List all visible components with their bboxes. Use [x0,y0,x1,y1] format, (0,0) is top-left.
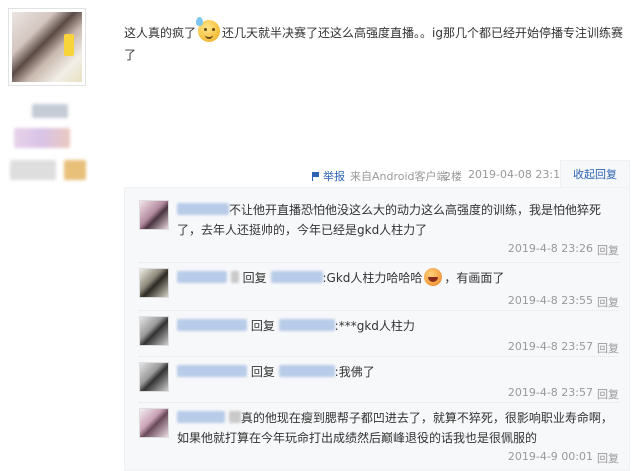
reply-text-after: ，有画面了 [444,271,505,285]
reply-time: 2019-4-9 00:01 [507,450,593,463]
reply-time: 2019-4-8 23:55 [507,294,593,307]
reply-text: 不让他开直播恐怕他没这么大的动力这么高强度的训练，我是怕他猝死了，去年人还挺帅的… [177,203,602,237]
username-redacted[interactable] [177,365,247,377]
floor-number: 2楼 [444,170,462,183]
user-badge-redacted [230,271,239,283]
post-time: 2019-04-08 23:18 [468,168,568,181]
user-badge-redacted [228,411,241,423]
author-level-icon [64,160,86,180]
avatar[interactable] [139,316,169,346]
reply-text: 真的他现在瘦到腮帮子都凹进去了，就算不猝死，很影响职业寿命啊，如果他就打算在今年… [177,411,613,445]
avatar[interactable] [139,408,169,438]
reply-prefix: 回复 [242,271,267,285]
author-badge-redacted[interactable] [14,128,70,148]
list-item: 不让他开直播恐怕他没这么大的动力这么高强度的训练，我是怕他猝死了，去年人还挺帅的… [139,194,619,263]
reply-list: 不让他开直播恐怕他没这么大的动力这么高强度的训练，我是怕他猝死了，去年人还挺帅的… [124,187,630,471]
replied-user-redacted[interactable] [278,365,335,377]
post-meta-bar: 举报 来自Android客户端 2楼 2019-04-08 23:18 收起回复 [124,160,630,188]
reply-text: :我佛了 [334,365,375,379]
collapse-replies-button[interactable]: 收起回复 [560,160,630,188]
post-text-part1: 这人真的疯了 [124,26,197,40]
reply-prefix: 回复 [250,319,275,333]
reply-time: 2019-4-8 23:57 [507,386,593,399]
author-panel [0,0,110,471]
author-name-redacted[interactable] [32,104,68,118]
username-redacted[interactable] [177,319,247,331]
avatar[interactable] [139,362,169,392]
reply-button[interactable]: 回复 [597,386,619,402]
replied-user-redacted[interactable] [270,271,323,283]
reply-button[interactable]: 回复 [597,450,619,466]
author-avatar[interactable] [8,8,86,86]
author-photo [12,12,82,82]
report-link[interactable]: 举报 [312,168,345,184]
reply-button[interactable]: 回复 [597,340,619,356]
list-item: 回复 :Gkd人柱力哈哈哈 ，有画面了 2019-4-8 23:55 回复 [139,262,619,311]
reply-time: 2019-4-8 23:26 [507,242,593,255]
sweat-face-icon [196,17,221,42]
list-item: 回复 :***gkd人柱力 2019-4-8 23:57 回复 [139,310,619,357]
reply-button[interactable]: 回复 [597,242,619,258]
replied-user-redacted[interactable] [278,319,335,331]
author-level-redacted [10,160,56,180]
reply-prefix: 回复 [250,365,275,379]
grin-emoji-icon [424,268,443,286]
avatar[interactable] [139,200,169,230]
username-redacted[interactable] [177,411,225,423]
list-item: 真的他现在瘦到腮帮子都凹进去了，就算不猝死，很影响职业寿命啊，如果他就打算在今年… [139,402,619,470]
username-redacted[interactable] [177,271,227,283]
avatar[interactable] [139,268,169,298]
post-source: 来自Android客户端 [350,170,448,183]
post-content: 这人真的疯了 还几天就半决赛了还这么高强度直播。。ig那几个都已经开始停播专注训练… [124,17,624,66]
reply-time: 2019-4-8 23:57 [507,340,593,353]
list-item: 回复 :我佛了 2019-4-8 23:57 回复 [139,356,619,403]
reply-text: :Gkd人柱力哈哈哈 [322,271,423,285]
reply-button[interactable]: 回复 [597,294,619,310]
reply-text: :***gkd人柱力 [334,319,415,333]
flag-icon [312,172,321,181]
username-redacted[interactable] [177,203,229,215]
